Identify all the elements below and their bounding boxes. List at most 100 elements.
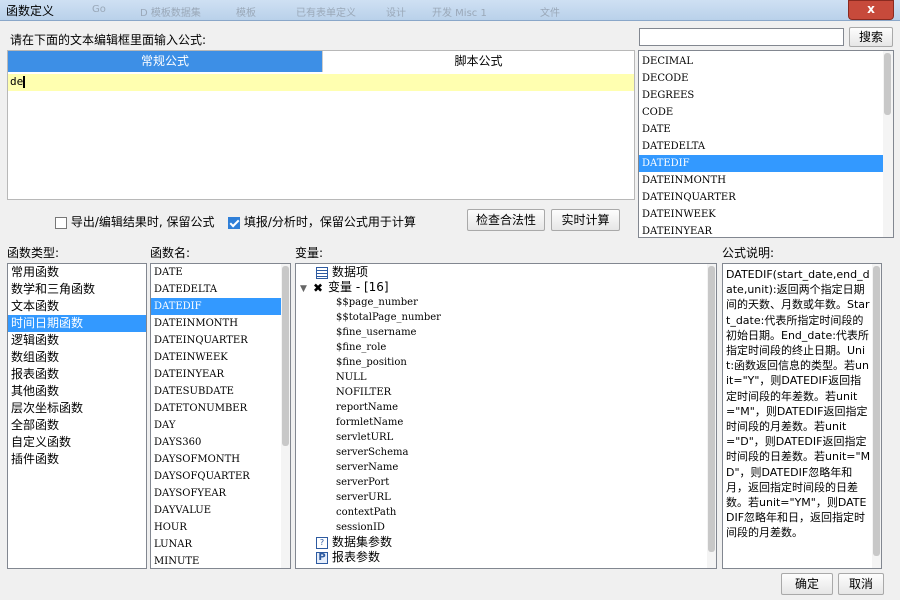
dataset-param-icon: ? <box>316 536 328 549</box>
ok-button[interactable]: 确定 <box>781 573 833 595</box>
option-keep-on-fill[interactable]: 填报/分析时，保留公式用于计算 <box>228 213 416 230</box>
scroll-thumb[interactable] <box>873 266 880 556</box>
search-button[interactable]: 搜索 <box>849 27 893 47</box>
tree-node-variable[interactable]: reportName <box>296 400 716 415</box>
tree-node-variable[interactable]: serverName <box>296 460 716 475</box>
close-icon: x <box>867 2 875 16</box>
tree-node-variable[interactable]: serverURL <box>296 490 716 505</box>
description-scrollbar[interactable] <box>872 264 881 568</box>
function-name-item[interactable]: DAYS360 <box>151 434 290 451</box>
checkbox-keep-on-fill[interactable] <box>228 216 240 229</box>
ghost-toolbar-item: 已有表单定义 <box>296 8 356 19</box>
function-name-item[interactable]: DATE <box>151 264 290 281</box>
function-name-item[interactable]: DATEINWEEK <box>151 349 290 366</box>
function-type-item[interactable]: 层次坐标函数 <box>8 400 146 417</box>
function-type-item[interactable]: 报表函数 <box>8 366 146 383</box>
suggest-item[interactable]: CODE <box>639 104 893 121</box>
tree-node-variable[interactable]: $$totalPage_number <box>296 310 716 325</box>
function-type-item[interactable]: 时间日期函数 <box>8 315 146 332</box>
tree-node-variable[interactable]: NOFILTER <box>296 385 716 400</box>
check-validity-button[interactable]: 检查合法性 <box>467 209 545 231</box>
function-type-item[interactable]: 常用函数 <box>8 264 146 281</box>
scroll-thumb[interactable] <box>708 266 715 552</box>
function-name-item[interactable]: DAYSOFQUARTER <box>151 468 290 485</box>
suggest-item[interactable]: DECIMAL <box>639 53 893 70</box>
report-param-icon: P <box>316 551 328 564</box>
function-name-item[interactable]: DATEDELTA <box>151 281 290 298</box>
tree-node-variable[interactable]: servletURL <box>296 430 716 445</box>
tree-node-variable-group[interactable]: ▼ ✖ 变量 - [16] <box>296 280 716 295</box>
tree-node-variable[interactable]: $fine_position <box>296 355 716 370</box>
suggest-item[interactable]: DATEINQUARTER <box>639 189 893 206</box>
tree-node-dataset-params[interactable]: ? 数据集参数 <box>296 535 716 550</box>
formula-textarea[interactable]: de <box>10 74 26 91</box>
scroll-thumb[interactable] <box>884 53 891 115</box>
function-type-item[interactable]: 自定义函数 <box>8 434 146 451</box>
function-type-item[interactable]: 逻辑函数 <box>8 332 146 349</box>
function-name-item[interactable]: DATETONUMBER <box>151 400 290 417</box>
function-type-item[interactable]: 全部函数 <box>8 417 146 434</box>
variables-tree[interactable]: 数据项 ▼ ✖ 变量 - [16] $$page_number $$totalPage… <box>295 263 717 569</box>
tree-node-variable[interactable]: serverSchema <box>296 445 716 460</box>
variables-scrollbar[interactable] <box>707 264 716 568</box>
function-name-item[interactable]: DATEINQUARTER <box>151 332 290 349</box>
tree-node-variable[interactable]: $fine_role <box>296 340 716 355</box>
search-input[interactable] <box>639 28 844 46</box>
function-name-item[interactable]: HOUR <box>151 519 290 536</box>
title-bar: 函数定义 Go D 模板数据集 模板 已有表单定义 设计 开发 Misc 1 文… <box>0 0 900 21</box>
checkbox-keep-on-export[interactable] <box>55 216 67 229</box>
function-name-item[interactable]: DAYSOFYEAR <box>151 485 290 502</box>
close-button[interactable]: x <box>848 0 894 20</box>
function-type-item[interactable]: 插件函数 <box>8 451 146 468</box>
function-type-item[interactable]: 数学和三角函数 <box>8 281 146 298</box>
tree-node-variable[interactable]: formletName <box>296 415 716 430</box>
realtime-calc-button[interactable]: 实时计算 <box>551 209 620 231</box>
function-names-label: 函数名: <box>150 246 191 260</box>
tree-node-variable[interactable]: sessionID <box>296 520 716 535</box>
function-name-item[interactable]: DATEINYEAR <box>151 366 290 383</box>
tree-node-variable[interactable]: NULL <box>296 370 716 385</box>
suggest-item[interactable]: DATEDIF <box>639 155 893 172</box>
function-name-item[interactable]: DAYSOFMONTH <box>151 451 290 468</box>
function-name-item[interactable]: MINUTE <box>151 553 290 568</box>
cancel-button[interactable]: 取消 <box>838 573 884 595</box>
keep-on-fill-label: 填报/分析时，保留公式用于计算 <box>243 215 416 229</box>
suggest-item[interactable]: DECODE <box>639 70 893 87</box>
tree-node-variable[interactable]: $$page_number <box>296 295 716 310</box>
tree-node-variable[interactable]: contextPath <box>296 505 716 520</box>
function-names-list[interactable]: DATE DATEDELTA DATEDIF DATEINMONTH DATEINQUA… <box>150 263 291 569</box>
tab-script-formula[interactable]: 脚本公式 <box>322 51 634 72</box>
tab-regular-formula[interactable]: 常规公式 <box>8 51 322 72</box>
function-types-list[interactable]: 常用函数 数学和三角函数 文本函数 时间日期函数 逻辑函数 数组函数 报表函数 其他函数 层次坐… <box>7 263 147 569</box>
function-name-item[interactable]: DATESUBDATE <box>151 383 290 400</box>
suggest-item[interactable]: DATE <box>639 121 893 138</box>
function-name-item[interactable]: DAY <box>151 417 290 434</box>
suggest-item[interactable]: DATEINWEEK <box>639 206 893 223</box>
tree-node-variable[interactable]: serverPort <box>296 475 716 490</box>
suggest-item[interactable]: DEGREES <box>639 87 893 104</box>
suggest-list[interactable]: DECIMAL DECODE DEGREES CODE DATE DATEDELTA DAT… <box>638 50 894 238</box>
suggest-item[interactable]: DATEINYEAR <box>639 223 893 240</box>
suggest-item[interactable]: DATEDELTA <box>639 138 893 155</box>
function-name-item[interactable]: LUNAR <box>151 536 290 553</box>
description-panel: DATEDIF(start_date,end_date,unit):返回两个指定… <box>722 263 882 569</box>
variable-x-icon: ✖ <box>312 280 324 295</box>
function-name-item[interactable]: DATEINMONTH <box>151 315 290 332</box>
suggest-scrollbar[interactable] <box>883 51 893 237</box>
function-names-scrollbar[interactable] <box>281 264 290 568</box>
variables-label: 变量: <box>295 246 324 260</box>
chevron-down-icon[interactable]: ▼ <box>300 282 312 297</box>
function-type-item[interactable]: 其他函数 <box>8 383 146 400</box>
function-type-item[interactable]: 数组函数 <box>8 349 146 366</box>
tree-node-report-params[interactable]: P 报表参数 <box>296 550 716 565</box>
scroll-thumb[interactable] <box>282 266 289 446</box>
table-icon <box>316 266 328 279</box>
function-name-item[interactable]: DAYVALUE <box>151 502 290 519</box>
tree-node-variable[interactable]: $fine_username <box>296 325 716 340</box>
suggest-item[interactable]: DATEINMONTH <box>639 172 893 189</box>
tree-node-data-item[interactable]: 数据项 <box>296 265 716 280</box>
ghost-toolbar-item: Go <box>92 4 106 15</box>
option-keep-on-export[interactable]: 导出/编辑结果时, 保留公式 <box>55 213 215 230</box>
function-name-item[interactable]: DATEDIF <box>151 298 290 315</box>
function-type-item[interactable]: 文本函数 <box>8 298 146 315</box>
